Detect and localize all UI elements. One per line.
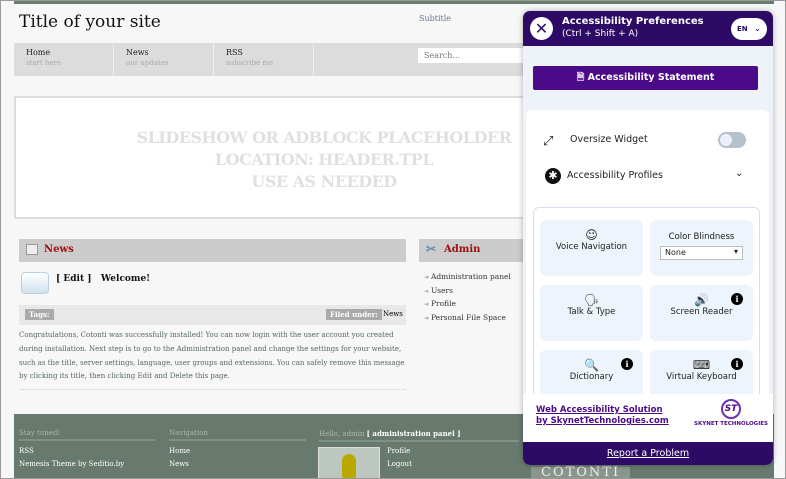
edit-link[interactable]: [ Edit ] [56,274,92,284]
skynet-logo[interactable]: ST SKYNET TECHNOLOGIES [691,399,771,427]
feature-grid: ☺Voice Navigation Color Blindness None 🗣T… [533,207,760,417]
tags-bar: Tags: Filed under: News [19,305,406,325]
tile-label: Talk & Type [567,307,616,317]
admin-link[interactable]: Personal File Space [424,313,511,327]
admin-heading: ✂ Admin [419,239,539,262]
info-icon[interactable]: i [731,293,743,305]
resize-icon: ⤢ [543,134,554,149]
footer-user: Hello, admin [ administration panel ] [319,429,519,448]
tile-label: Color Blindness [668,232,735,242]
admin-list: Administration panel Users Profile Perso… [424,272,511,326]
panel-title: Accessibility Preferences (Ctrl + Shift +… [562,16,704,40]
slide-line: LOCATION: HEADER.TPL [214,150,434,169]
site-subtitle: Subtitle [419,14,452,23]
oversize-label: Oversize Widget [570,134,648,145]
post-title-link[interactable]: Welcome! [101,274,150,284]
info-icon[interactable]: i [621,358,633,370]
footer-heading: Stay tuned! [19,429,156,441]
panel-shortcut: (Ctrl + Shift + A) [562,29,639,39]
comment-bubble-icon [21,272,49,294]
tile-label: Voice Navigation [555,242,628,252]
footer-stay: Stay tuned! RSS Nemesis Theme by Seditio.b… [19,429,156,473]
nav-sub: subscribe me [226,59,274,67]
filed-category-link[interactable]: News [383,310,403,318]
close-icon[interactable]: ✕ [530,17,553,40]
tile-label: Dictionary [569,372,614,382]
color-blindness-select[interactable]: None [660,246,743,260]
chevron-down-icon: ⌄ [754,24,761,33]
accessibility-panel: ✕ Accessibility Preferences (Ctrl + Shift… [523,11,773,465]
info-icon[interactable]: i [731,358,743,370]
report-problem-link[interactable]: Report a Problem [523,442,773,465]
post-title: [ Edit ] Welcome! [56,274,150,284]
cotonti-logo: COTONTI [531,466,631,478]
footer-user-links: Profile Logout [387,447,412,473]
slide-line: SLIDESHOW OR ADBLOCK PLACEHOLDER [136,128,512,147]
nav-label: News [126,48,149,57]
language-value: EN [737,25,748,33]
panel-footer: Web Accessibility Solution by SkynetTech… [523,394,773,444]
skynet-link[interactable]: Web Accessibility Solution by SkynetTech… [536,405,676,427]
oversize-toggle[interactable] [718,132,746,148]
footer-link[interactable]: Home [169,447,306,460]
footer-link[interactable]: Logout [387,460,412,473]
news-icon [26,244,38,255]
admin-link[interactable]: Administration panel [424,272,511,286]
admin-panel-link[interactable]: [ administration panel ] [367,429,461,438]
nav-label: Home [26,48,51,57]
language-select[interactable]: EN ⌄ [731,18,767,40]
admin-heading-text: Admin [444,244,481,255]
nav-rss[interactable]: RSS subscribe me [214,43,314,76]
tags-label: Tags: [25,309,54,320]
nav-news[interactable]: News our updates [114,43,214,76]
nav-home[interactable]: Home start here [14,43,114,76]
voice-icon: ☺ [585,228,598,242]
top-bar [14,1,774,4]
select-value: None [665,248,686,257]
tile-label: Screen Reader [670,307,733,317]
news-heading-text: News [44,244,74,255]
footer-heading: Navigation [169,429,306,441]
screen-reader-tile[interactable]: 🔊 Screen Reader i [650,285,753,341]
chevron-down-icon[interactable]: ⌄ [735,168,743,179]
panel-title-text: Accessibility Preferences [562,16,704,27]
footer-link[interactable]: Nemesis Theme by Seditio.by [19,460,156,473]
footer-heading: Hello, admin [ administration panel ] [319,429,519,442]
slideshow-placeholder: SLIDESHOW OR ADBLOCK PLACEHOLDER LOCATIO… [14,96,534,219]
hello-text: Hello, admin [319,430,365,438]
accessibility-icon: ✱ [545,168,561,184]
search-input[interactable] [418,48,538,63]
profiles-label[interactable]: Accessibility Profiles [567,170,663,181]
footer-link[interactable]: RSS [19,447,156,460]
document-icon: 🗎 [576,72,585,83]
voice-navigation-tile[interactable]: ☺ Voice Navigation [540,220,643,276]
statement-label: Accessibility Statement [587,72,715,83]
tools-icon: ✂ [426,242,437,256]
nav-sub: start here [26,59,62,67]
tile-label: Virtual Keyboard [666,372,737,382]
nav-sub: our updates [126,59,169,67]
news-heading: News [19,239,406,262]
admin-link[interactable]: Users [424,286,511,300]
nav-label: RSS [226,48,243,57]
post-body: Congratulations, Cotonti was successfull… [19,331,405,381]
divider [19,389,406,390]
talk-type-tile[interactable]: 🗣 Talk & Type [540,285,643,341]
filed-label: Filed under: [326,309,382,320]
site-title[interactable]: Title of your site [19,12,161,32]
speaking-head-icon: 🗣 [583,293,600,307]
footer-nav: Navigation Home News [169,429,306,473]
color-blindness-tile: Color Blindness None [650,220,753,276]
footer-link[interactable]: Profile [387,447,412,460]
footer-link[interactable]: News [169,460,306,473]
slide-line: USE AS NEEDED [251,172,397,191]
admin-link[interactable]: Profile [424,299,511,313]
accessibility-statement-button[interactable]: 🗎 Accessibility Statement [533,66,758,90]
avatar [318,447,380,478]
panel-header: ✕ Accessibility Preferences (Ctrl + Shift… [523,11,773,46]
